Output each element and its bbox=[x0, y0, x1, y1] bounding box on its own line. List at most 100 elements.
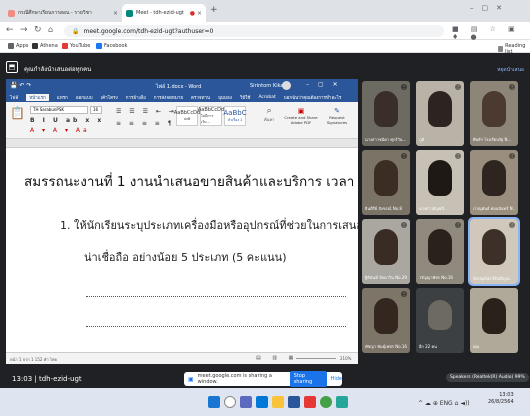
paste-icon[interactable]: 📋 bbox=[10, 106, 25, 128]
tab-references[interactable]: การอ้างอิง bbox=[126, 94, 146, 101]
font-color-buttons[interactable]: A ▾ A ▾ Aa bbox=[30, 127, 90, 134]
font-format-buttons[interactable]: B I U ab x x bbox=[30, 117, 104, 124]
new-tab-button[interactable]: + bbox=[210, 5, 218, 15]
sharing-notification: ▣ meet.google.com is sharing a window. S… bbox=[184, 371, 342, 387]
participant-tile[interactable]: ⋮ ยินดีรีย์ สังขรณ์ No.8 bbox=[362, 150, 410, 215]
site-favicon-icon bbox=[8, 9, 15, 17]
tab-home[interactable]: หน้าแรก bbox=[26, 93, 49, 101]
create-share-pdf-button[interactable]: ▣ Create and Share Adobe PDF bbox=[284, 107, 318, 125]
mic-icon: ⋮ bbox=[455, 153, 461, 159]
word-taskbar-icon[interactable] bbox=[288, 396, 300, 408]
ruler[interactable] bbox=[6, 139, 358, 148]
close-icon[interactable]: × bbox=[113, 10, 118, 17]
bookmark-youtube[interactable]: YouTube bbox=[62, 43, 90, 49]
mic-icon: ⋮ bbox=[401, 84, 407, 90]
request-signatures-button[interactable]: ✎ Request Signatures bbox=[320, 107, 354, 125]
view-mode-buttons[interactable]: ▤ ▥ ▦ bbox=[256, 355, 298, 361]
share-icon: ▣ bbox=[188, 375, 194, 383]
participant-tile[interactable]: ⋮ ฐิตินันท์ รัตนาวิน No.29 bbox=[362, 219, 410, 284]
quick-access-icons[interactable]: 💾 ↶ ↷ bbox=[10, 82, 31, 89]
find-icon[interactable]: ⌕ ค้นหา bbox=[264, 106, 274, 123]
tab-view[interactable]: มุมมอง bbox=[218, 94, 232, 101]
speaker-status: Speakers (Realtek(R) Audio) 99% bbox=[446, 373, 529, 382]
word-window-controls[interactable]: –▢✕ bbox=[306, 81, 347, 88]
tab-insert[interactable]: แทรก bbox=[57, 94, 68, 101]
tab-help[interactable]: วิธีใช้ bbox=[240, 94, 251, 101]
participant-tile[interactable]: ⋮ ภูมิ bbox=[416, 81, 464, 146]
page-word-count: หน้า 1 จาก 1 152 คำ ไทย bbox=[10, 357, 57, 362]
start-icon[interactable] bbox=[208, 396, 220, 408]
url-input[interactable]: 🔒 meet.google.com/tdh-ezid-ugt?authuser=… bbox=[64, 25, 444, 37]
participant-video bbox=[482, 91, 506, 127]
style-normal[interactable]: AaBbCcDd ปกติ bbox=[174, 106, 200, 126]
more-participants-tile[interactable]: อีก 22 คน bbox=[416, 288, 464, 353]
search-icon[interactable] bbox=[224, 396, 236, 408]
apps-icon bbox=[8, 43, 14, 49]
system-tray[interactable]: ^ ☁ ⊕ ENG ⌂ ◄)) bbox=[418, 400, 470, 407]
tab-design[interactable]: ออกแบบ bbox=[76, 94, 93, 101]
style-heading-1[interactable]: AaBbC หัวเรื่อง 1 bbox=[223, 106, 247, 126]
bookmark-facebook[interactable]: Facebook bbox=[96, 43, 128, 49]
extension-icons[interactable]: ■ ▤ ☆ ▣ ♦ ● bbox=[452, 25, 530, 41]
paragraph-buttons[interactable]: ☰ ☰ ☰ ⇤ ⇥ bbox=[116, 108, 177, 115]
store-icon[interactable] bbox=[336, 396, 348, 408]
participant-tile[interactable]: ⋮ ภาณุพันธ์ ท่อนจันทร์ N... bbox=[470, 150, 518, 215]
participant-video bbox=[374, 298, 398, 334]
avatar[interactable] bbox=[282, 81, 291, 90]
file-explorer-icon[interactable] bbox=[272, 396, 284, 408]
document-page[interactable]: สมรรถนะงานที่ 1 งานนำเสนอขายสินค้าและบริ… bbox=[6, 148, 358, 352]
chrome-taskbar-icon[interactable] bbox=[320, 396, 332, 408]
forward-icon[interactable]: → bbox=[20, 25, 28, 35]
participant-tile[interactable]: ⋮ วรัญญาพัชร No.16 bbox=[416, 219, 464, 284]
bookmark-apps[interactable]: Apps bbox=[8, 43, 28, 49]
question-1-line-1: 1. ให้นักเรียนระบุประเภทเครื่องมือหรืออุ… bbox=[60, 219, 358, 232]
stop-sharing-button[interactable]: Stop sharing bbox=[289, 371, 327, 387]
self-tile[interactable]: คุณ bbox=[470, 288, 518, 353]
pdf-icon: ▣ bbox=[297, 107, 305, 115]
edge-icon[interactable] bbox=[256, 396, 268, 408]
tell-me-search[interactable]: บอกฉันว่าคุณต้องการทำอะไร bbox=[284, 94, 341, 101]
style-no-spacing[interactable]: AaBbCcDd ไม่มีการเว้น... bbox=[198, 106, 224, 126]
mic-icon: ⋮ bbox=[401, 153, 407, 159]
app-taskbar-icon[interactable] bbox=[304, 396, 316, 408]
window-controls[interactable]: –▢✕ bbox=[470, 4, 510, 12]
user-name: Sirintorn Kika bbox=[250, 83, 284, 89]
alignment-buttons[interactable]: ≡ ≡ ≡ ≡ ¶ bbox=[116, 120, 175, 127]
taskbar-clock[interactable]: 13:03 26/8/2564 bbox=[488, 392, 514, 406]
browser-tab-strip: กรณีศึกษาเรียนการสอน - รายวิชา × Meet - … bbox=[0, 0, 530, 22]
answer-line bbox=[86, 326, 346, 327]
participant-tile[interactable]: ⋮ นางสาวชนิดา ศุกร์วัน... bbox=[362, 81, 410, 146]
word-window: 💾 ↶ ↷ ไฟล์ 1.docx - Word Sirintorn Kika … bbox=[6, 79, 358, 364]
close-icon[interactable]: × bbox=[197, 10, 202, 17]
hide-button[interactable]: Hide bbox=[331, 376, 342, 382]
participant-video bbox=[482, 229, 506, 265]
participant-tile[interactable]: ⋮ นางสาวอัญชลี... bbox=[416, 150, 464, 215]
zoom-slider[interactable] bbox=[296, 358, 336, 359]
tab-review[interactable]: ตรวจทาน bbox=[191, 94, 210, 101]
font-size-select[interactable]: 16 bbox=[90, 106, 102, 114]
tab-acrobat[interactable]: Acrobat bbox=[258, 95, 275, 100]
font-name-select[interactable]: TH SarabunPSK bbox=[30, 106, 88, 114]
participant-video bbox=[428, 160, 452, 196]
tab-mailings[interactable]: การส่งจดหมาย bbox=[154, 94, 183, 101]
address-bar-row: ← → ↻ ⌂ 🔒 meet.google.com/tdh-ezid-ugt?a… bbox=[0, 22, 530, 41]
browser-tab-1[interactable]: กรณีศึกษาเรียนการสอน - รายวิชา × bbox=[4, 4, 122, 22]
stop-presenting-link[interactable]: หยุดนำเสนอ bbox=[497, 66, 524, 74]
bookmark-athena[interactable]: Athena bbox=[32, 43, 58, 49]
tab-layout[interactable]: เค้าโครง bbox=[101, 94, 118, 101]
question-1-line-2: น่าเชื่อถือ อย่างน้อย 5 ประเภท (5 คะแนน) bbox=[84, 251, 287, 264]
participant-tile-active-speaker[interactable]: ⋮ Voraphat Khattiya... bbox=[468, 217, 520, 286]
browser-tab-2[interactable]: Meet - tdh-ezid-ugt ● × bbox=[122, 4, 206, 22]
participant-tile[interactable]: ⋮ ศิษย์ฯ โรงเรียนรัฐ N... bbox=[470, 81, 518, 146]
task-view-icon[interactable] bbox=[240, 396, 252, 408]
document-title: ไฟล์ 1.docx - Word bbox=[156, 84, 202, 90]
participant-video bbox=[428, 229, 452, 265]
reload-icon[interactable]: ↻ bbox=[34, 25, 42, 35]
bookmarks-bar: Apps Athena YouTube Facebook Reading lis… bbox=[0, 40, 530, 55]
lock-icon: 🔒 bbox=[72, 27, 80, 35]
participant-tile[interactable]: ⋮ พัชญา พันธุ์เพชร No.16... bbox=[362, 288, 410, 353]
tab-file[interactable]: ไฟล์ bbox=[10, 94, 18, 101]
home-icon[interactable]: ⌂ bbox=[48, 25, 53, 34]
back-icon[interactable]: ← bbox=[6, 25, 14, 35]
zoom-level: 210% bbox=[340, 356, 352, 361]
